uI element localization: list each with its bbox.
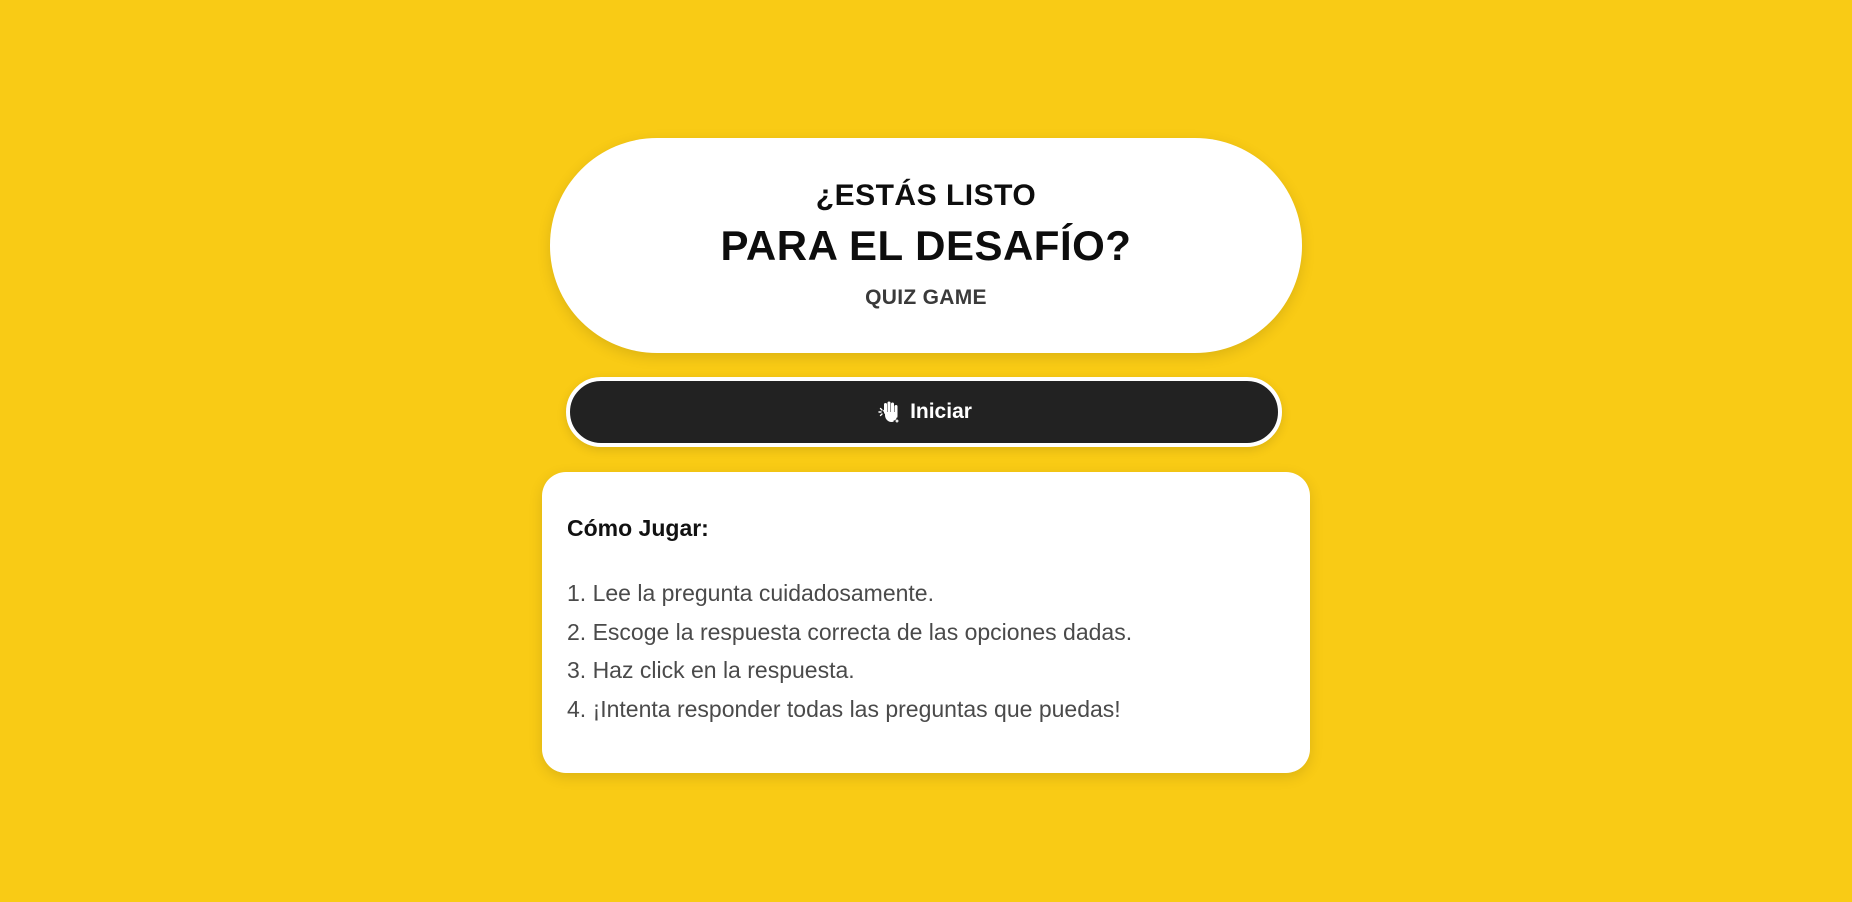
hero-heading-line1: ¿ESTÁS LISTO [815,179,1037,212]
hero-heading-line2: PARA EL DESAFÍO? [720,222,1132,269]
how-to-play-card: Cómo Jugar: 1. Lee la pregunta cuidadosa… [542,472,1310,773]
list-item: 4. ¡Intenta responder todas las pregunta… [567,695,1121,722]
list-item: 1. Lee la pregunta cuidadosamente. [567,580,934,606]
start-button-label: Iniciar [910,400,972,423]
list-item: 2. Escoge la respuesta correcta de las o… [567,618,1133,645]
start-button[interactable]: Iniciar [566,377,1282,447]
list-item: 3. Haz click en la respuesta. [567,657,855,683]
how-to-play-steps: 1. Lee la pregunta cuidadosamente. 2. Es… [567,574,1132,728]
hero-card: ¿ESTÁS LISTO PARA EL DESAFÍO? QUIZ GAME [550,138,1302,353]
hero-subtitle: QUIZ GAME [865,286,987,309]
waving-hand-icon [876,399,902,425]
how-to-play-title: Cómo Jugar: [567,515,709,541]
